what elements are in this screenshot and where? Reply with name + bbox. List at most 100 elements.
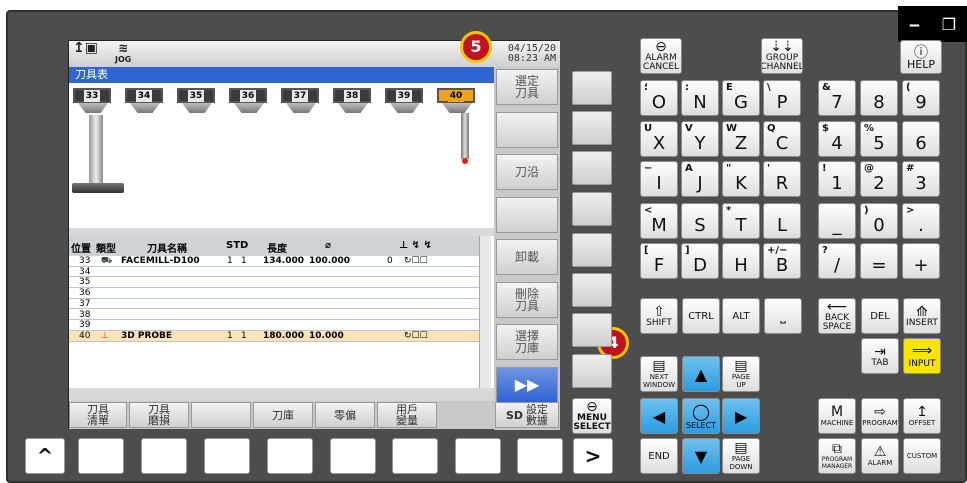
horizontal-key-2[interactable] xyxy=(141,438,187,474)
menu-select-button[interactable]: ⊖ MENU SELECT xyxy=(572,398,612,434)
key-j[interactable]: AJ xyxy=(681,161,719,197)
insert-key[interactable]: ⟰ INSERT xyxy=(903,298,941,334)
num-key[interactable]: @2 xyxy=(860,161,898,197)
custom-key[interactable]: CUSTOM xyxy=(903,438,941,474)
key-i[interactable]: − I xyxy=(640,161,678,197)
program-manager-key[interactable]: ⧉ PROGRAM MANAGER xyxy=(818,438,856,474)
horizontal-key-3[interactable] xyxy=(204,438,250,474)
key-m[interactable]: < M xyxy=(640,203,678,239)
horizontal-key-6[interactable] xyxy=(392,438,438,474)
horizontal-key-4[interactable] xyxy=(267,438,313,474)
softkey-tool-list[interactable]: 刀具 清單 xyxy=(69,402,127,428)
softkey-empty[interactable] xyxy=(191,402,251,428)
end-key[interactable]: END xyxy=(640,438,678,474)
alt-key[interactable]: ALT xyxy=(722,298,760,334)
softkey-magazine[interactable]: 刀庫 xyxy=(253,402,313,428)
key-p[interactable]: \ P xyxy=(763,80,801,116)
num-key[interactable]: #3 xyxy=(902,161,940,197)
cursor-up-key[interactable]: ▲ xyxy=(682,356,720,392)
menu-forward-button[interactable]: > xyxy=(573,438,613,474)
key-k[interactable]: " K xyxy=(722,161,760,197)
vertical-softkey-6[interactable] xyxy=(572,273,612,307)
key-g[interactable]: EG xyxy=(722,80,760,116)
alarm-cancel-key[interactable]: ⊖ ALARM CANCEL xyxy=(640,38,682,74)
delete-key[interactable]: DEL xyxy=(861,298,899,334)
horizontal-key-1[interactable] xyxy=(78,438,124,474)
softkey-8[interactable]: ▶▶ xyxy=(496,366,558,403)
vertical-softkey-3[interactable] xyxy=(572,151,612,185)
restore-button[interactable]: ❐ xyxy=(942,15,956,34)
horizontal-key-7[interactable] xyxy=(455,438,501,474)
table-row[interactable]: 36 xyxy=(69,288,479,299)
softkey-3[interactable]: 刀沿 xyxy=(496,154,558,190)
softkey-user-variables[interactable]: 用戶 變量 xyxy=(377,402,437,428)
softkey-6[interactable]: 刪除 刀具 xyxy=(496,281,558,318)
table-row[interactable]: 39 xyxy=(69,320,479,331)
num-key[interactable]: 6 xyxy=(902,121,940,157)
recall-up-button[interactable]: ^ xyxy=(25,438,65,474)
key-y[interactable]: VY xyxy=(681,121,719,157)
key-d[interactable]: ] D xyxy=(681,243,719,279)
select-key[interactable]: ◯ SELECT xyxy=(682,398,720,434)
table-row[interactable]: 33 ⛟ FACEMILL-D100 1 1 134.000 100.000 0 ↻☐☐ xyxy=(69,256,479,267)
key-h[interactable]: H xyxy=(722,243,760,279)
space-key[interactable]: ⎵ xyxy=(764,298,802,334)
num-key[interactable]: & 7 xyxy=(818,80,856,116)
key-s[interactable]: S xyxy=(681,203,719,239)
key-o[interactable]: ؛ O xyxy=(640,80,678,116)
ctrl-key[interactable]: CTRL xyxy=(682,298,720,334)
num-key[interactable]: _ xyxy=(818,203,856,239)
shift-key[interactable]: ⇧ SHIFT xyxy=(640,298,678,334)
horizontal-key-5[interactable] xyxy=(330,438,376,474)
num-key[interactable]: ! 1 xyxy=(818,161,856,197)
table-row[interactable]: 37 xyxy=(69,299,479,310)
num-key[interactable]: + xyxy=(902,243,940,279)
help-key[interactable]: ⓘ HELP xyxy=(900,40,942,74)
softkey-4[interactable] xyxy=(496,196,558,233)
softkey-setting-data[interactable]: SD 設定 數據 xyxy=(495,402,559,428)
key-b[interactable]: +/− B xyxy=(763,243,801,279)
vertical-softkey-1[interactable] xyxy=(572,71,612,105)
num-key[interactable]: = xyxy=(860,243,898,279)
cursor-left-key[interactable]: ◀ xyxy=(640,398,678,434)
softkey-2[interactable] xyxy=(496,111,558,148)
table-row[interactable]: 34 xyxy=(69,267,479,278)
table-scrollbar[interactable] xyxy=(479,236,491,388)
table-row[interactable]: 40 ⊥ 3D PROBE 1 1 180.000 10.000 ↻☐☐ xyxy=(69,330,479,342)
tab-key[interactable]: ⇥ TAB xyxy=(861,338,899,374)
offset-key[interactable]: ↥ OFFSET xyxy=(903,398,941,434)
num-key[interactable]: $4 xyxy=(818,121,856,157)
softkey-7[interactable]: 選擇 刀庫 xyxy=(496,324,558,360)
vertical-softkey-2[interactable] xyxy=(572,111,612,145)
input-key[interactable]: ⟹ INPUT xyxy=(903,338,941,374)
vertical-softkey-8[interactable] xyxy=(572,354,612,388)
page-down-key[interactable]: ▤ PAGE DOWN xyxy=(722,438,760,474)
num-key[interactable]: ) 0 xyxy=(860,203,898,239)
num-key[interactable]: (9 xyxy=(902,80,940,116)
machine-key[interactable]: M MACHINE xyxy=(818,398,856,434)
alarm-key[interactable]: ⚠ ALARM xyxy=(861,438,899,474)
key-r[interactable]: ' R xyxy=(763,161,801,197)
softkey-work-offset[interactable]: 零偏 xyxy=(315,402,375,428)
softkey-tool-wear[interactable]: 刀具 磨損 xyxy=(129,402,189,428)
next-window-key[interactable]: ▤ NEXT WINDOW xyxy=(640,356,678,392)
program-key[interactable]: ⇨ PROGRAM xyxy=(861,398,899,434)
group-channel-key[interactable]: ⇣⇣ GROUP CHANNEL xyxy=(761,38,803,74)
vertical-softkey-5[interactable] xyxy=(572,233,612,267)
key-x[interactable]: UX xyxy=(640,121,678,157)
table-row[interactable]: 38 xyxy=(69,310,479,321)
page-up-key[interactable]: ▤ PAGE UP xyxy=(722,356,760,392)
num-key[interactable]: % 5 xyxy=(860,121,898,157)
horizontal-key-8[interactable] xyxy=(517,438,563,474)
vertical-softkey-7[interactable] xyxy=(572,313,612,347)
backspace-key[interactable]: ⟵ BACK SPACE xyxy=(818,298,856,334)
key-n[interactable]: :N xyxy=(681,80,719,116)
key-f[interactable]: [F xyxy=(640,243,678,279)
softkey-1[interactable]: 選定 刀具 xyxy=(496,69,558,105)
vertical-softkey-4[interactable] xyxy=(572,192,612,226)
key-t[interactable]: * T xyxy=(722,203,760,239)
num-key[interactable]: 8 xyxy=(860,80,898,116)
num-key[interactable]: >. xyxy=(902,203,940,239)
key-l[interactable]: L xyxy=(763,203,801,239)
key-z[interactable]: WZ xyxy=(722,121,760,157)
